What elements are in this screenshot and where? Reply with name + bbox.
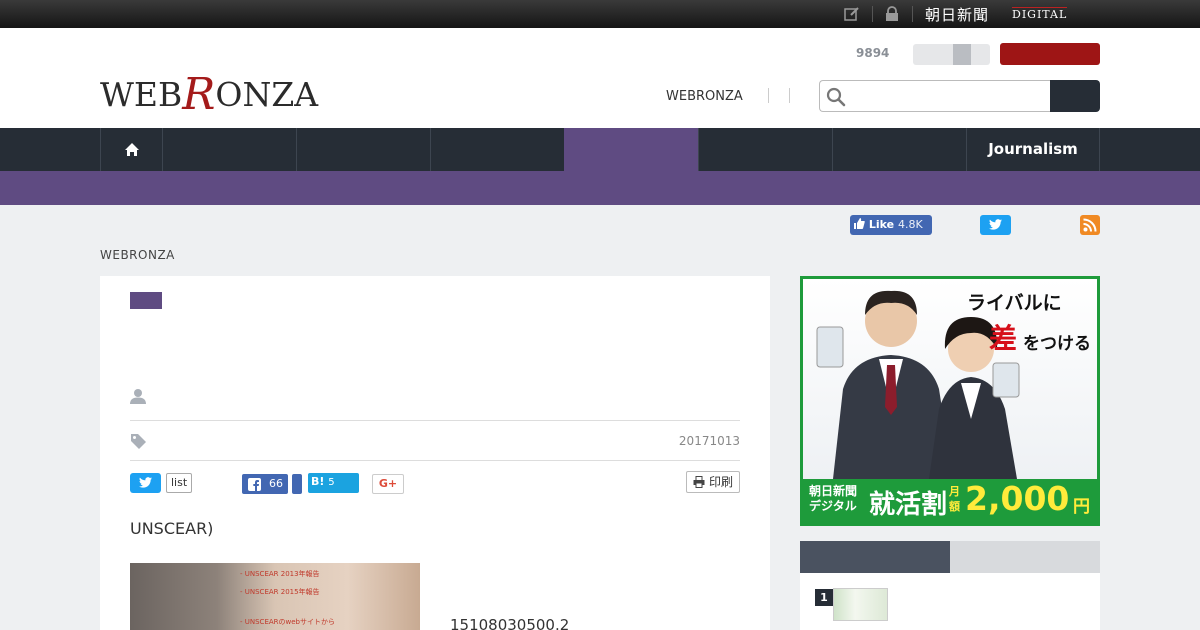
ranking-tab-active[interactable] bbox=[800, 541, 950, 573]
category-tag[interactable] bbox=[130, 292, 162, 309]
home-icon bbox=[125, 143, 139, 156]
ad-offer-strip: 朝日新聞デジタル 就活割 月額 2,000 円 bbox=[803, 479, 1097, 523]
nav-home[interactable] bbox=[100, 128, 162, 171]
topbar-divider bbox=[912, 6, 913, 22]
hatena-count: 5 bbox=[328, 477, 335, 488]
article-card: 20171013 list 66 B! 5 G+ 印刷 UNSCEAR) - U… bbox=[100, 276, 770, 630]
member-count: 9894 bbox=[856, 46, 890, 60]
search-input[interactable] bbox=[819, 80, 1051, 112]
sidebar-ad-banner[interactable]: ライバルに 差 をつける 朝日新聞デジタル 就活割 月額 2,000 円 bbox=[800, 276, 1100, 526]
ad-brand: 朝日新聞デジタル bbox=[809, 484, 858, 513]
sub-nav bbox=[0, 171, 1200, 205]
nav-journalism[interactable]: Journalism bbox=[966, 128, 1100, 171]
webronza-link[interactable]: WEBRONZA bbox=[666, 89, 743, 104]
hatena-bookmark-button[interactable]: B! 5 bbox=[308, 473, 359, 493]
twitter-share-button[interactable] bbox=[130, 473, 161, 493]
ad-copy-line1: ライバルに bbox=[967, 292, 1062, 314]
rank-number: 1 bbox=[815, 589, 833, 606]
ad-image: ライバルに 差 をつける bbox=[803, 279, 1097, 479]
ad-copy-line2: をつける bbox=[1023, 334, 1091, 354]
printer-icon bbox=[693, 476, 705, 488]
nav-item-active[interactable] bbox=[564, 128, 698, 171]
header-divider bbox=[768, 88, 769, 103]
article-photo[interactable]: - UNSCEAR 2013年報告 - UNSCEAR 2015年報告 - UN… bbox=[130, 563, 420, 630]
font-size-xlarge-button[interactable] bbox=[971, 44, 990, 65]
logo-text-onza: ONZA bbox=[215, 75, 319, 114]
divider bbox=[130, 460, 740, 461]
google-plus-button[interactable]: G+ bbox=[372, 474, 404, 494]
facebook-share-button[interactable]: 66 bbox=[242, 474, 288, 494]
ad-offer: 就活割 bbox=[869, 490, 948, 520]
asahi-brand[interactable]: 朝日新聞 bbox=[925, 4, 989, 25]
rss-feed-button[interactable] bbox=[1080, 215, 1100, 235]
rank-thumbnail[interactable] bbox=[833, 588, 888, 621]
ranking-tabs bbox=[800, 541, 1100, 573]
nav-item[interactable] bbox=[698, 128, 832, 171]
topbar-divider bbox=[872, 6, 873, 22]
ranking-list: 1 bbox=[800, 573, 1100, 630]
print-button[interactable]: 印刷 bbox=[686, 471, 740, 493]
ad-price: 2,000 bbox=[965, 479, 1070, 518]
facebook-icon bbox=[248, 478, 261, 491]
logo-text-r: R bbox=[182, 69, 216, 120]
photo-slide-line: - UNSCEAR 2013年報告 bbox=[240, 570, 320, 578]
logo-text-web: WEB bbox=[100, 75, 183, 114]
font-size-large-button[interactable] bbox=[953, 44, 971, 65]
article-lead: UNSCEAR) bbox=[130, 519, 214, 538]
hatena-label: B! bbox=[311, 475, 325, 488]
webronza-logo[interactable]: WEBRONZA bbox=[100, 66, 319, 120]
thumbs-up-icon bbox=[854, 218, 865, 229]
facebook-like-button[interactable]: Like 4.8K bbox=[850, 215, 932, 235]
search-icon bbox=[826, 87, 846, 107]
lock-icon[interactable] bbox=[884, 6, 900, 22]
publish-date: 20171013 bbox=[678, 434, 740, 448]
search-button[interactable] bbox=[1050, 80, 1100, 112]
fb-like-label: Like bbox=[868, 218, 895, 231]
ad-yen: 円 bbox=[1073, 497, 1090, 517]
subscribe-button[interactable] bbox=[1000, 43, 1100, 65]
nav-item[interactable] bbox=[832, 128, 966, 171]
rss-icon bbox=[1083, 218, 1097, 232]
twitter-bird-icon bbox=[989, 219, 1002, 230]
nav-item[interactable] bbox=[296, 128, 430, 171]
nav-item[interactable] bbox=[430, 128, 564, 171]
ad-copy-highlight: 差 bbox=[989, 322, 1018, 355]
font-size-medium-button[interactable] bbox=[935, 44, 953, 65]
fb-like-count: 4.8K bbox=[897, 218, 923, 231]
photo-caption: 15108030500.2 bbox=[450, 616, 570, 630]
font-size-small-button[interactable] bbox=[913, 44, 935, 65]
photo-slide-line: - UNSCEARのwebサイトから bbox=[240, 618, 335, 626]
nav-item[interactable] bbox=[162, 128, 296, 171]
edit-icon[interactable] bbox=[844, 6, 860, 22]
print-label: 印刷 bbox=[709, 475, 734, 489]
header-divider bbox=[789, 88, 790, 103]
twitter-bird-icon bbox=[139, 477, 152, 488]
divider bbox=[130, 420, 740, 421]
breadcrumb[interactable]: WEBRONZA bbox=[100, 248, 175, 262]
author-icon bbox=[130, 389, 146, 404]
digital-brand[interactable]: DIGITAL bbox=[1012, 7, 1068, 21]
top-bar: 朝日新聞 DIGITAL bbox=[0, 0, 1200, 28]
ad-unit: 月額 bbox=[949, 485, 960, 513]
twitter-follow-button[interactable] bbox=[980, 215, 1011, 235]
photo-slide-line: - UNSCEAR 2015年報告 bbox=[240, 588, 320, 596]
facebook-share-extra[interactable] bbox=[292, 474, 302, 494]
facebook-share-count: 66 bbox=[269, 477, 283, 490]
twitter-list-count[interactable]: list bbox=[166, 473, 193, 493]
site-header: WEBRONZA 9894 WEBRONZA bbox=[0, 28, 1200, 128]
tag-icon bbox=[131, 434, 146, 449]
ranking-tab-inactive[interactable] bbox=[950, 541, 1100, 573]
main-nav: Journalism bbox=[0, 128, 1200, 171]
